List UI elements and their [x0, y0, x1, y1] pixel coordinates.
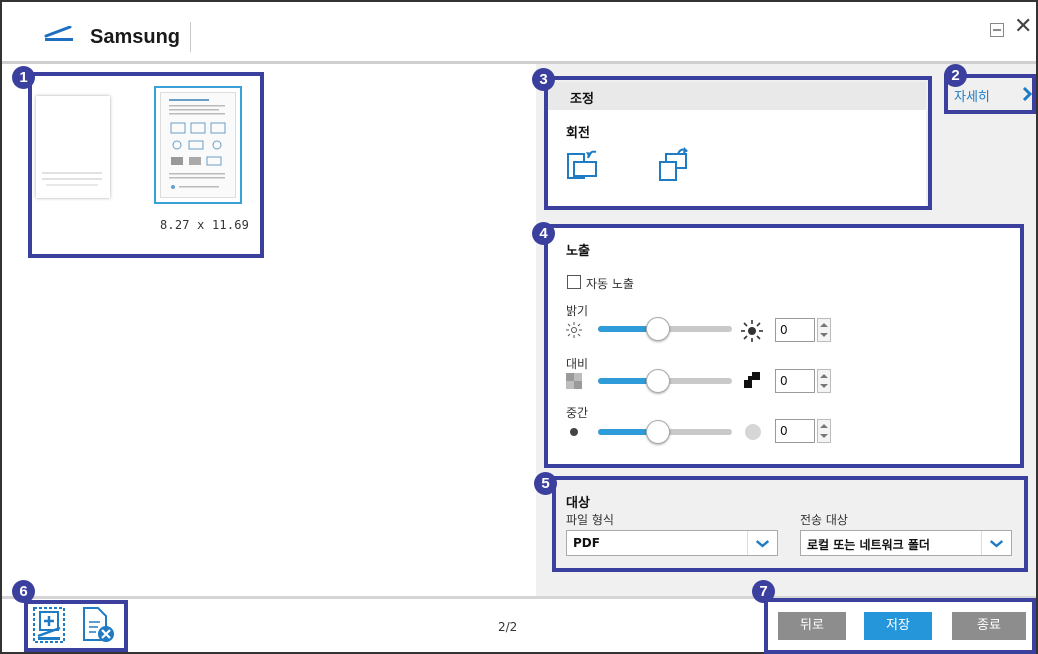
title-separator	[190, 22, 191, 52]
minimize-icon[interactable]	[990, 23, 1004, 37]
title-bar: Samsung ✕	[2, 2, 1036, 62]
page-count: 2/2	[498, 620, 518, 634]
app-title: Samsung	[90, 26, 181, 48]
annotation-badge-6: 6	[12, 580, 35, 603]
annotation-badge-4: 4	[532, 222, 555, 245]
annotation-box-3	[544, 76, 932, 210]
annotation-box-7	[764, 598, 1036, 654]
annotation-box-5	[552, 476, 1028, 572]
annotation-badge-1: 1	[12, 66, 35, 89]
annotation-box-1	[28, 72, 264, 258]
scanner-logo-icon	[44, 26, 73, 41]
annotation-box-6	[24, 600, 128, 652]
annotation-badge-2: 2	[944, 64, 967, 87]
annotation-badge-3: 3	[532, 68, 555, 91]
annotation-box-4	[544, 224, 1024, 468]
annotation-badge-5: 5	[534, 472, 557, 495]
close-icon[interactable]: ✕	[1014, 16, 1032, 38]
annotation-badge-7: 7	[752, 580, 775, 603]
